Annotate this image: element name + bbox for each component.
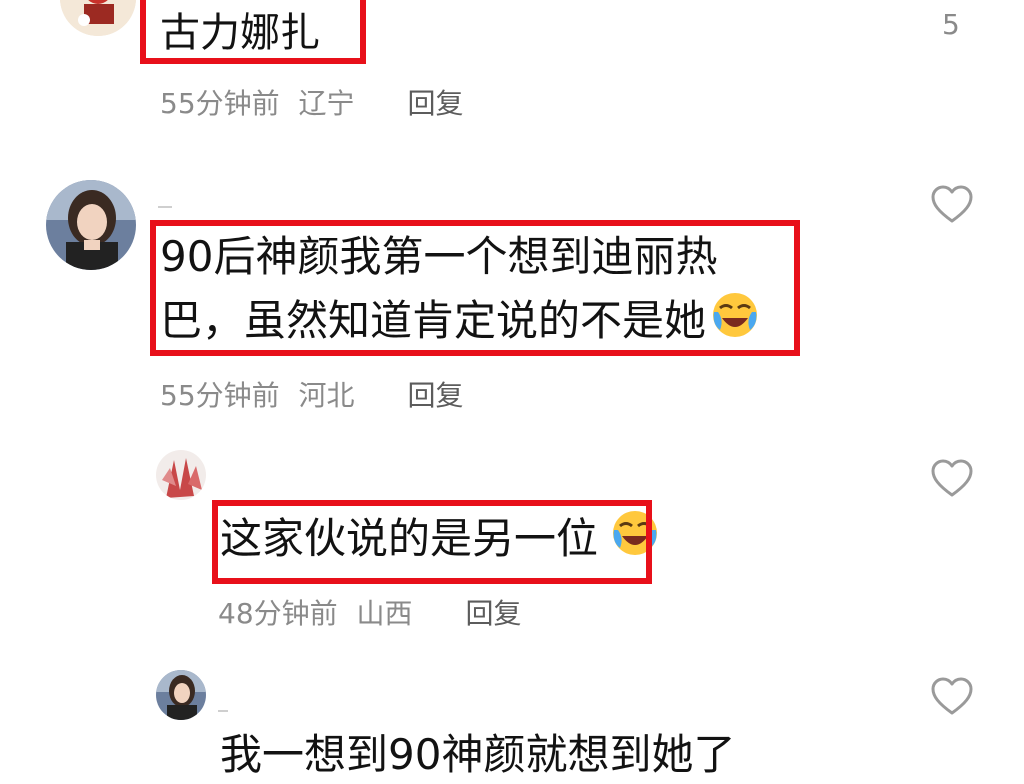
comment-meta: 55分钟前 河北 回复	[160, 374, 463, 414]
comment-time: 55分钟前	[160, 87, 280, 120]
heart-icon[interactable]	[930, 676, 974, 716]
comment-meta: 48分钟前 山西 回复	[218, 592, 521, 632]
avatar[interactable]	[60, 0, 136, 36]
comment-location: 河北	[298, 379, 355, 412]
username-placeholder[interactable]	[158, 206, 172, 208]
like-count: 5	[942, 8, 960, 41]
username-placeholder[interactable]	[218, 710, 228, 712]
comment-meta: 55分钟前 辽宁 回复	[160, 82, 463, 122]
heart-icon[interactable]	[930, 184, 974, 224]
reply-button[interactable]: 回复	[407, 87, 463, 120]
highlight-box	[150, 220, 800, 356]
avatar[interactable]	[156, 450, 206, 500]
reply-button[interactable]: 回复	[465, 597, 521, 630]
avatar[interactable]	[46, 180, 136, 270]
comment-text: 我一想到90神颜就想到她了	[220, 730, 736, 779]
highlight-box	[212, 500, 652, 584]
comment-location: 辽宁	[298, 87, 355, 120]
reply-button[interactable]: 回复	[407, 379, 463, 412]
highlight-box	[140, 0, 366, 64]
comment-thread: 古力娜扎 5 55分钟前 辽宁 回复 90后神颜我第一个想到迪丽热 巴，虽然知道…	[0, 0, 1024, 784]
comment-time: 55分钟前	[160, 379, 280, 412]
avatar[interactable]	[156, 670, 206, 720]
heart-icon[interactable]	[930, 458, 974, 498]
comment-location: 山西	[356, 597, 413, 630]
comment-time: 48分钟前	[218, 597, 338, 630]
